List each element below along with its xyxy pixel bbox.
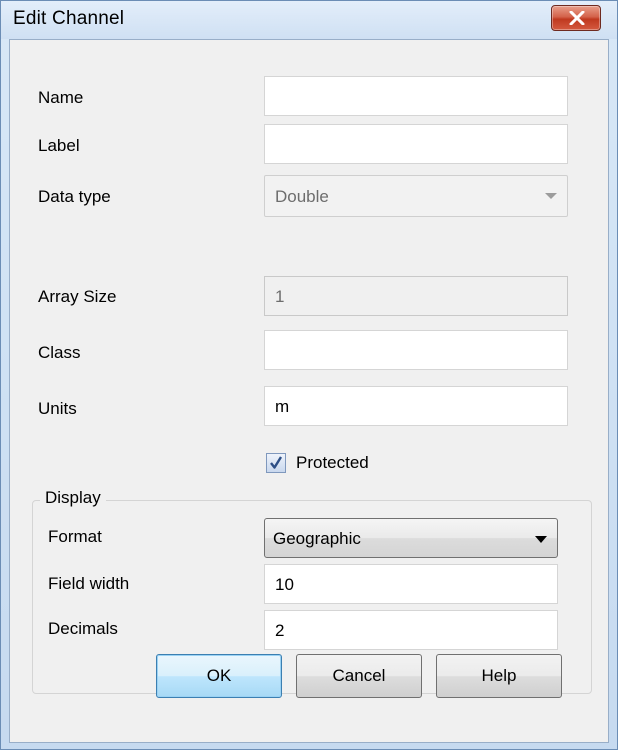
protected-checkbox[interactable] xyxy=(266,453,286,473)
format-value: Geographic xyxy=(273,529,361,548)
display-group-title: Display xyxy=(40,488,106,508)
chevron-down-icon xyxy=(545,193,557,199)
data-type-value: Double xyxy=(275,187,329,206)
window-title: Edit Channel xyxy=(13,8,125,29)
decimals-label: Decimals xyxy=(48,619,118,638)
format-label: Format xyxy=(48,527,102,546)
data-type-select: Double xyxy=(264,175,568,217)
format-select[interactable]: Geographic xyxy=(264,518,558,558)
ok-button[interactable]: OK xyxy=(156,654,282,698)
array-size-field: 1 xyxy=(264,276,568,316)
name-label: Name xyxy=(38,88,84,107)
array-size-label: Array Size xyxy=(38,287,117,306)
close-icon xyxy=(569,11,585,25)
data-type-label: Data type xyxy=(38,187,111,206)
class-label: Class xyxy=(38,343,81,362)
protected-label[interactable]: Protected xyxy=(296,453,369,473)
units-field[interactable]: m xyxy=(264,386,568,426)
label-field[interactable] xyxy=(264,124,568,164)
checkmark-icon xyxy=(270,456,283,469)
close-button[interactable] xyxy=(551,5,601,31)
label-label: Label xyxy=(38,136,80,155)
cancel-button[interactable]: Cancel xyxy=(296,654,422,698)
units-label: Units xyxy=(38,399,77,418)
field-width-label: Field width xyxy=(48,574,130,593)
field-width-field[interactable]: 10 xyxy=(264,564,558,604)
chevron-down-icon xyxy=(535,536,547,543)
help-button[interactable]: Help xyxy=(436,654,562,698)
title-bar[interactable]: Edit Channel xyxy=(1,1,617,39)
dialog-body: Name Label Data type Double Array Size 1… xyxy=(9,39,609,743)
name-field[interactable] xyxy=(264,76,568,116)
class-field[interactable] xyxy=(264,330,568,370)
decimals-field[interactable]: 2 xyxy=(264,610,558,650)
edit-channel-dialog: Edit Channel Name Label Data type Double… xyxy=(0,0,618,750)
